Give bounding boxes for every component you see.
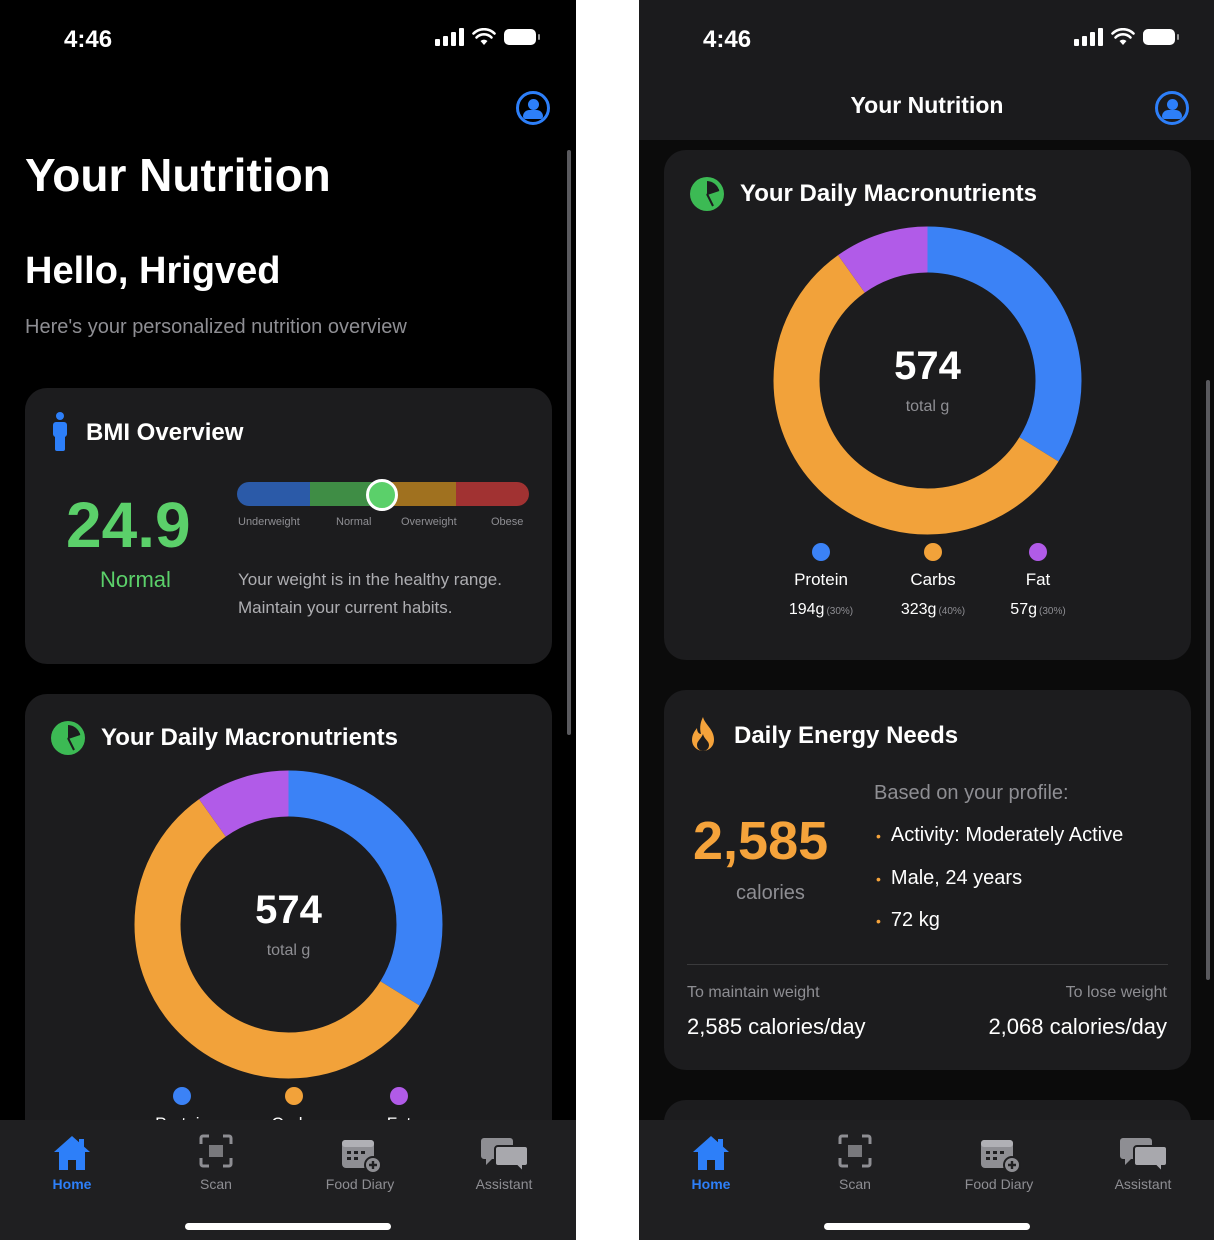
pie-chart-icon (51, 721, 85, 755)
chat-bubbles-icon (1120, 1138, 1168, 1174)
protein-legend-dot (812, 543, 830, 561)
macros-donut-chart: 574 total g (134, 770, 443, 1079)
chat-bubbles-icon (481, 1138, 529, 1174)
carbs-label: Carbs (910, 570, 956, 589)
fat-value: 57g (30%) (1010, 601, 1066, 618)
status-bar: 4:46 (639, 0, 1214, 80)
person-icon (52, 412, 68, 452)
energy-calories: 2,585 (693, 811, 829, 871)
macros-card-title: Your Daily Macronutrients (101, 724, 398, 751)
fat-legend-dot (390, 1087, 408, 1105)
tab-assistant[interactable]: Assistant (444, 1128, 564, 1192)
scan-icon (199, 1134, 233, 1168)
profile-sex-age: Male, 24 years (876, 867, 1022, 890)
status-bar: 4:46 (0, 0, 576, 80)
tab-bar: Home Scan Food Diary Assistant (639, 1120, 1214, 1240)
calendar-plus-icon (342, 1140, 382, 1174)
house-icon (54, 1136, 90, 1170)
flame-icon (692, 717, 714, 751)
bmi-label-normal: Normal (336, 516, 372, 528)
maintain-label: To maintain weight (687, 984, 820, 1001)
battery-icon (504, 29, 540, 45)
tab-scan[interactable]: Scan (795, 1128, 915, 1192)
protein-label: Protein (794, 570, 848, 589)
carbs-value: 323g (40%) (900, 601, 966, 618)
cellular-signal-icon (1074, 28, 1103, 46)
wifi-icon (1111, 28, 1135, 45)
tab-food-diary[interactable]: Food Diary (300, 1128, 420, 1192)
fat-legend-dot (1029, 543, 1047, 561)
page-title: Your Nutrition (25, 149, 331, 201)
tab-home[interactable]: Home (12, 1128, 132, 1192)
tab-bar: Home Scan Food Diary Assistant (0, 1120, 576, 1240)
energy-card-title: Daily Energy Needs (734, 722, 959, 749)
bmi-category: Normal (100, 567, 171, 592)
bmi-label-obese: Obese (491, 516, 524, 528)
scrollbar[interactable] (1206, 380, 1210, 980)
protein-value: 194g (30%) (788, 601, 854, 618)
house-icon (693, 1136, 729, 1170)
bmi-label-overweight: Overweight (401, 516, 457, 528)
tab-assistant[interactable]: Assistant (1083, 1128, 1203, 1192)
pie-chart-icon (690, 177, 724, 211)
bmi-value: 24.9 (66, 489, 191, 561)
carbs-legend-dot (924, 543, 942, 561)
profile-weight: 72 kg (876, 909, 940, 932)
lose-value: 2,068 calories/day (988, 1014, 1167, 1039)
wifi-icon (472, 28, 496, 45)
bmi-segment-underweight (237, 482, 310, 506)
bmi-segment-obese (456, 482, 529, 506)
cellular-signal-icon (435, 28, 464, 46)
fat-label: Fat (1025, 570, 1051, 589)
phone-screen-right: 4:46 Your Nutrition Your Daily Macronutr… (639, 0, 1214, 1240)
scan-icon (838, 1134, 872, 1168)
macros-total-unit: total g (905, 398, 950, 415)
status-time: 4:46 (703, 26, 752, 53)
home-indicator[interactable] (185, 1223, 391, 1230)
bmi-label-underweight: Underweight (238, 516, 300, 528)
macros-total: 574 (894, 344, 961, 388)
protein-legend-dot (173, 1087, 191, 1105)
calendar-plus-icon (981, 1140, 1021, 1174)
lose-label: To lose weight (1065, 984, 1167, 1001)
macros-total: 574 (255, 888, 322, 932)
greeting: Hello, Hrigved (25, 250, 281, 292)
bmi-description: Your weight is in the healthy range. Mai… (238, 570, 502, 617)
status-time: 4:46 (64, 26, 113, 53)
macros-total-unit: total g (266, 942, 311, 959)
profile-icon[interactable] (516, 91, 550, 125)
profile-activity: Activity: Moderately Active (876, 824, 1123, 847)
energy-divider (687, 964, 1168, 965)
phone-screen-left: 4:46 Your Nutrition Hello, Hrigved Here'… (0, 0, 576, 1240)
scrollbar[interactable] (567, 150, 571, 735)
greeting-subtitle: Here's your personalized nutrition overv… (25, 316, 407, 338)
home-indicator[interactable] (824, 1223, 1030, 1230)
tab-scan[interactable]: Scan (156, 1128, 276, 1192)
carbs-legend-dot (285, 1087, 303, 1105)
tab-food-diary[interactable]: Food Diary (939, 1128, 1059, 1192)
nav-title: Your Nutrition (850, 92, 1004, 118)
profile-icon[interactable] (1155, 91, 1189, 125)
tab-home[interactable]: Home (651, 1128, 771, 1192)
maintain-value: 2,585 calories/day (687, 1014, 866, 1039)
macros-card-title: Your Daily Macronutrients (740, 180, 1037, 207)
energy-unit: calories (736, 882, 805, 904)
bmi-marker (366, 479, 398, 511)
profile-heading: Based on your profile: (874, 782, 1069, 804)
bmi-card-title: BMI Overview (86, 419, 244, 446)
macros-donut-chart: 574 total g (773, 226, 1082, 535)
battery-icon (1143, 29, 1179, 45)
